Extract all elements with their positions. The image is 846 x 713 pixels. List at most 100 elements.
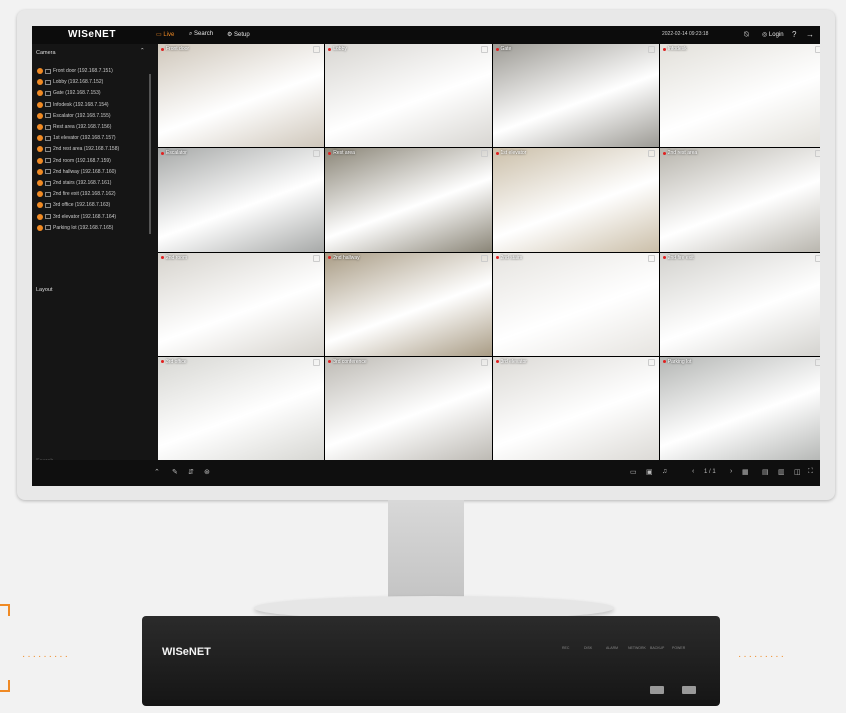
camera-icon	[45, 180, 51, 186]
fullscreen-icon[interactable]: ⛶	[808, 468, 813, 476]
nvr-logo: WISeNET	[162, 646, 211, 658]
camera-list-item[interactable]: 2nd room (192.168.7.159)	[37, 156, 111, 166]
nav-live[interactable]: ▭ Live	[156, 31, 174, 38]
page-indicator: 1 / 1	[704, 469, 716, 475]
camera-tile[interactable]: 2nd stairs	[492, 252, 659, 356]
camera-status-icon	[37, 157, 43, 164]
grid-layout-icon[interactable]: ▦	[742, 468, 749, 476]
tile-label: 3rd conference	[328, 359, 367, 365]
exit-icon[interactable]: →	[806, 30, 814, 39]
camera-status-icon	[37, 90, 43, 97]
tile-label: 3rd elevator	[495, 358, 527, 365]
collapse-up-icon[interactable]: ⌃	[154, 468, 160, 476]
tile-label-text: 2nd room	[166, 254, 188, 261]
lock-icon[interactable]	[815, 254, 820, 262]
prev-page-icon[interactable]: ‹	[692, 468, 694, 475]
lock-icon[interactable]	[480, 150, 488, 158]
collapse-icon[interactable]: ⌃	[140, 48, 145, 54]
tile-label-text: 2nd hallway	[333, 254, 360, 261]
camera-icon	[45, 191, 51, 197]
connector-dots-right: ·········	[738, 651, 786, 662]
lock-icon[interactable]	[313, 358, 321, 366]
lock-icon[interactable]	[647, 150, 655, 158]
camera-list-item[interactable]: Gate (192.168.7.153)	[37, 88, 101, 98]
camera-list-item[interactable]: 1st elevator (192.168.7.157)	[37, 133, 116, 143]
camera-icon	[45, 68, 51, 74]
camera-tile[interactable]: 1st elevator	[492, 148, 659, 252]
camera-tile[interactable]: Infodesk	[659, 44, 820, 148]
lock-icon[interactable]	[313, 46, 321, 53]
nav-search-label: Search	[194, 31, 214, 37]
bottom-bar: ⌃ ✎ ⇵ ⊛ ▭ ▣ ♫ ‹ 1 / 1 › ▦ ▤ ▥ ◫ ⛶	[32, 460, 820, 486]
camera-list-item[interactable]: Escalator (192.168.7.155)	[37, 111, 111, 121]
camera-tile[interactable]: Parking lot	[659, 356, 820, 460]
notification-off-icon[interactable]: ⍉	[744, 30, 749, 40]
tile-label: Gate	[495, 46, 511, 52]
nav-setup[interactable]: ⚙ Setup	[227, 31, 250, 38]
camera-list-item[interactable]: 3rd elevator (192.168.7.164)	[37, 212, 116, 222]
nvr-led-label: NETWORK	[628, 646, 646, 650]
camera-tile[interactable]: 2nd fire exit	[659, 252, 820, 356]
camera-list-item[interactable]: 3rd office (192.168.7.163)	[37, 200, 110, 210]
camera-list-item[interactable]: 2nd hallway (192.168.7.160)	[37, 167, 116, 177]
lock-icon[interactable]	[647, 358, 655, 366]
lock-icon[interactable]	[313, 150, 321, 158]
camera-tile[interactable]: 3rd conference	[325, 356, 492, 460]
tile-label: Lobby	[328, 46, 347, 52]
camera-tile[interactable]: Lobby	[325, 44, 492, 148]
camera-list-item[interactable]: 2nd fire exit (192.168.7.162)	[37, 189, 116, 199]
lock-icon[interactable]	[815, 150, 820, 158]
sequence-icon[interactable]: ⇵	[188, 468, 194, 476]
capture-icon[interactable]: ▭	[630, 468, 637, 476]
lock-icon[interactable]	[647, 254, 655, 262]
camera-tile[interactable]: 3rd elevator	[492, 356, 659, 460]
lock-icon[interactable]	[815, 358, 820, 366]
lock-icon[interactable]	[647, 46, 655, 53]
camera-tile[interactable]: 2nd rest area	[659, 148, 820, 252]
camera-list-item[interactable]: 2nd rest area (192.168.7.158)	[37, 144, 119, 154]
lock-icon[interactable]	[815, 46, 820, 53]
rec-indicator-icon	[161, 256, 164, 259]
rec-indicator-icon	[161, 47, 164, 51]
fisheye-icon[interactable]: ⊛	[204, 468, 210, 476]
layout-1-icon[interactable]: ▤	[762, 468, 769, 476]
camera-tile[interactable]: 2nd room	[158, 252, 325, 356]
camera-list-item[interactable]: Rest area (192.168.7.156)	[37, 122, 111, 132]
camera-list-item[interactable]: 2nd stairs (192.168.7.161)	[37, 178, 111, 188]
camera-tile[interactable]: 3rd office	[158, 356, 325, 460]
login-button[interactable]: ◎ Login	[762, 31, 784, 38]
tile-label-text: Parking lot	[667, 358, 692, 365]
rec-indicator-icon	[662, 256, 666, 259]
camera-list-item[interactable]: Infodesk (192.168.7.154)	[37, 100, 109, 110]
camera-list-item[interactable]: Front door (192.168.7.151)	[37, 66, 113, 76]
usb-port-2	[682, 686, 696, 694]
camera-tile[interactable]: Gate	[492, 44, 659, 148]
camera-list-item[interactable]: Lobby (192.168.7.152)	[37, 77, 103, 87]
camera-status-icon	[37, 135, 43, 142]
camera-tile[interactable]: Escalator	[158, 148, 325, 252]
camera-tile[interactable]: Rest area	[325, 148, 492, 252]
layout-3-icon[interactable]: ◫	[794, 468, 801, 476]
camera-tile[interactable]: Front door	[158, 44, 325, 148]
audio-icon[interactable]: ♫	[662, 468, 667, 475]
edit-icon[interactable]: ✎	[172, 468, 178, 476]
camera-tile[interactable]: 2nd hallway	[325, 252, 492, 356]
tile-label-text: 3rd elevator	[500, 358, 527, 365]
camera-status-icon	[37, 101, 43, 108]
lock-icon[interactable]	[313, 254, 321, 262]
lock-icon[interactable]	[480, 254, 488, 262]
record-icon[interactable]: ▣	[646, 468, 653, 476]
lock-icon[interactable]	[480, 46, 488, 53]
top-bar: WISeNET ▭ Live ⌕ Search ⚙ Setup 2022-02-…	[32, 26, 820, 44]
nav-search[interactable]: ⌕ Search	[189, 31, 213, 38]
camera-icon	[45, 124, 51, 130]
scrollbar[interactable]	[149, 74, 151, 234]
camera-status-icon	[37, 79, 43, 86]
help-icon[interactable]: ?	[792, 30, 796, 39]
layout-2-icon[interactable]: ▥	[778, 468, 785, 476]
next-page-icon[interactable]: ›	[730, 468, 732, 475]
camera-status-icon	[37, 180, 43, 186]
lock-icon[interactable]	[480, 358, 488, 366]
camera-list-item[interactable]: Parking lot (192.168.7.165)	[37, 223, 113, 233]
camera-icon	[45, 90, 51, 96]
